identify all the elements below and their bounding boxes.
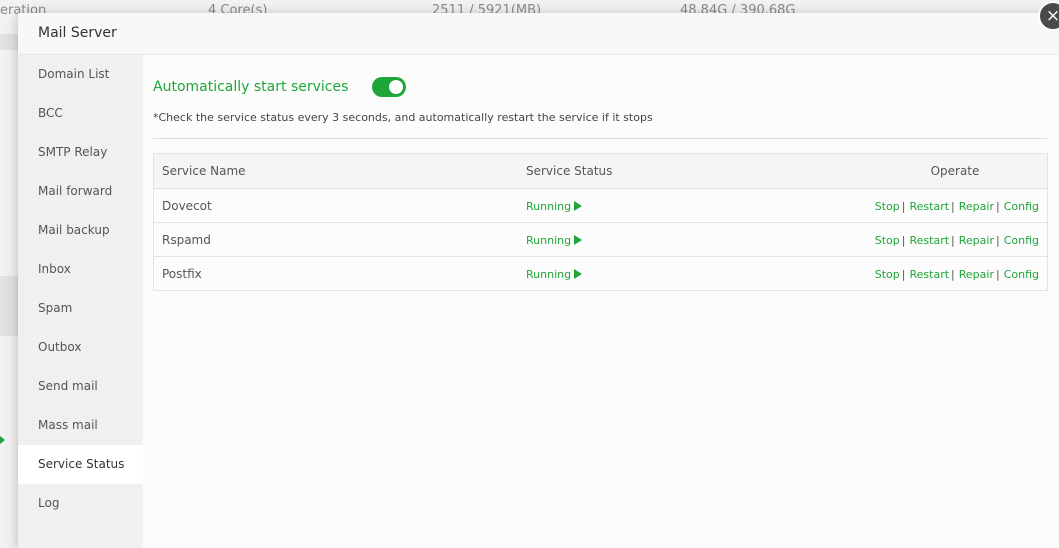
- sidebar-item-outbox[interactable]: Outbox: [18, 328, 143, 367]
- restart-button[interactable]: Restart: [910, 234, 950, 247]
- service-status: Running: [526, 267, 572, 281]
- table-header-row: Service Name Service Status Operate: [153, 153, 1048, 189]
- toggle-knob: [389, 80, 404, 94]
- separator: |: [901, 267, 906, 281]
- config-button[interactable]: Config: [1004, 268, 1039, 281]
- auto-start-toggle[interactable]: [372, 77, 407, 97]
- separator: |: [951, 267, 955, 281]
- empty-cell: [387, 188, 518, 223]
- operate-cell: Stop | Restart | Repair | Config: [863, 222, 1048, 257]
- background-band: [0, 276, 18, 336]
- separator: |: [901, 199, 906, 213]
- service-name: Postfix: [153, 256, 387, 291]
- play-icon: [574, 234, 583, 245]
- sidebar-item-smtp-relay[interactable]: SMTP Relay: [18, 133, 143, 172]
- service-status: Running: [526, 199, 572, 213]
- service-status: Running: [526, 233, 572, 247]
- empty-cell: [387, 222, 518, 257]
- column-header-service-name: Service Name: [153, 153, 387, 189]
- sidebar-item-send-mail[interactable]: Send mail: [18, 367, 143, 406]
- column-header-operate: Operate: [863, 153, 1048, 189]
- operate-cell: Stop | Restart | Repair | Config: [863, 256, 1048, 291]
- separator: |: [951, 199, 955, 213]
- sidebar-item-mail-backup[interactable]: Mail backup: [18, 211, 143, 250]
- table-row: Rspamd Running Stop | Restart | Repair | Confi…: [153, 222, 1048, 257]
- service-status-cell: Running: [518, 222, 667, 257]
- auto-start-note: *Check the service status every 3 second…: [153, 111, 653, 124]
- column-header-blank: [667, 153, 863, 189]
- service-status-cell: Running: [518, 188, 667, 223]
- service-status-panel: Automatically start services *Check the …: [143, 55, 1059, 548]
- mail-server-modal: Mail Server × Domain List BCC SMTP Relay…: [18, 1, 1059, 548]
- sidebar-item-domain-list[interactable]: Domain List: [18, 55, 143, 94]
- sidebar-item-inbox[interactable]: Inbox: [18, 250, 143, 289]
- repair-button[interactable]: Repair: [959, 268, 994, 281]
- empty-cell: [387, 256, 518, 291]
- service-name: Rspamd: [153, 222, 387, 257]
- services-table: Service Name Service Status Operate Dove…: [153, 153, 1048, 291]
- stop-button[interactable]: Stop: [875, 200, 900, 213]
- stop-button[interactable]: Stop: [875, 268, 900, 281]
- config-button[interactable]: Config: [1004, 200, 1039, 213]
- empty-cell: [667, 256, 863, 291]
- sidebar-item-bcc[interactable]: BCC: [18, 94, 143, 133]
- table-row: Postfix Running Stop | Restart | Repair | Conf…: [153, 256, 1048, 291]
- separator: |: [995, 233, 1000, 247]
- play-icon: [574, 200, 583, 211]
- sidebar-item-mail-forward[interactable]: Mail forward: [18, 172, 143, 211]
- separator: |: [901, 233, 906, 247]
- restart-button[interactable]: Restart: [910, 200, 950, 213]
- sidebar-item-service-status[interactable]: Service Status: [18, 445, 143, 484]
- modal-title: Mail Server: [38, 25, 117, 41]
- table-row: Dovecot Running Stop | Restart | Repair | Conf…: [153, 188, 1048, 223]
- separator: |: [951, 233, 955, 247]
- empty-cell: [667, 222, 863, 257]
- repair-button[interactable]: Repair: [959, 234, 994, 247]
- sidebar-item-spam[interactable]: Spam: [18, 289, 143, 328]
- mail-server-sidebar: Domain List BCC SMTP Relay Mail forward …: [18, 55, 143, 548]
- separator: |: [995, 267, 1000, 281]
- background-arrow-icon: [0, 436, 5, 444]
- restart-button[interactable]: Restart: [910, 268, 950, 281]
- stop-button[interactable]: Stop: [875, 234, 900, 247]
- play-icon: [574, 268, 583, 279]
- auto-start-label: Automatically start services: [153, 79, 349, 95]
- service-name: Dovecot: [153, 188, 387, 223]
- auto-start-row: Automatically start services: [153, 77, 407, 97]
- separator: |: [995, 199, 1000, 213]
- sidebar-item-mass-mail[interactable]: Mass mail: [18, 406, 143, 445]
- operate-cell: Stop | Restart | Repair | Config: [863, 188, 1048, 223]
- divider: [153, 138, 1047, 139]
- service-status-cell: Running: [518, 256, 667, 291]
- repair-button[interactable]: Repair: [959, 200, 994, 213]
- sidebar-item-log[interactable]: Log: [18, 484, 143, 523]
- empty-cell: [667, 188, 863, 223]
- background-band: [0, 34, 18, 50]
- column-header-service-status: Service Status: [518, 153, 667, 189]
- config-button[interactable]: Config: [1004, 234, 1039, 247]
- column-header-blank: [387, 153, 518, 189]
- modal-header: Mail Server: [18, 13, 1059, 55]
